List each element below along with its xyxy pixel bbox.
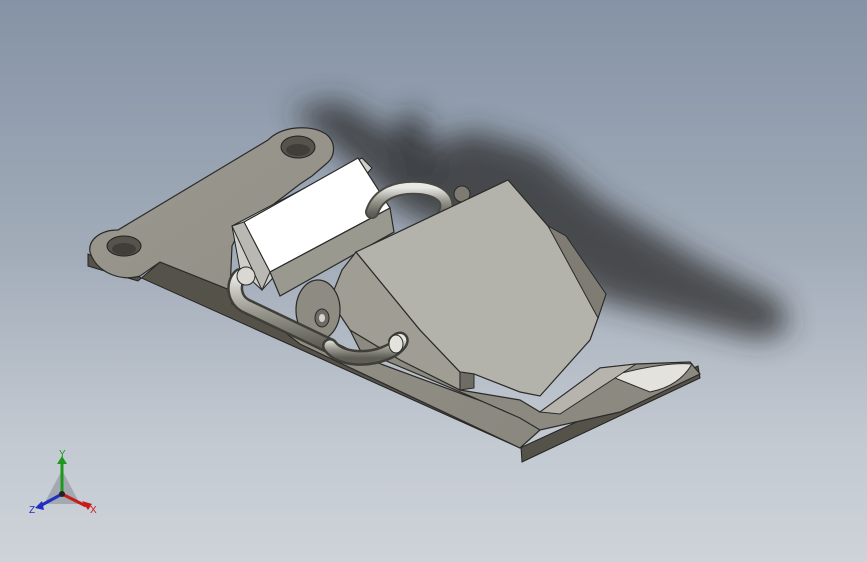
model-canvas[interactable] (0, 0, 867, 562)
axis-y-label: Y (59, 449, 66, 460)
triad-labels: Y X Z (24, 446, 104, 526)
axis-z-label: Z (29, 505, 36, 516)
graphics-viewport[interactable]: Y X Z (0, 0, 867, 562)
axis-x-label: X (90, 505, 97, 516)
